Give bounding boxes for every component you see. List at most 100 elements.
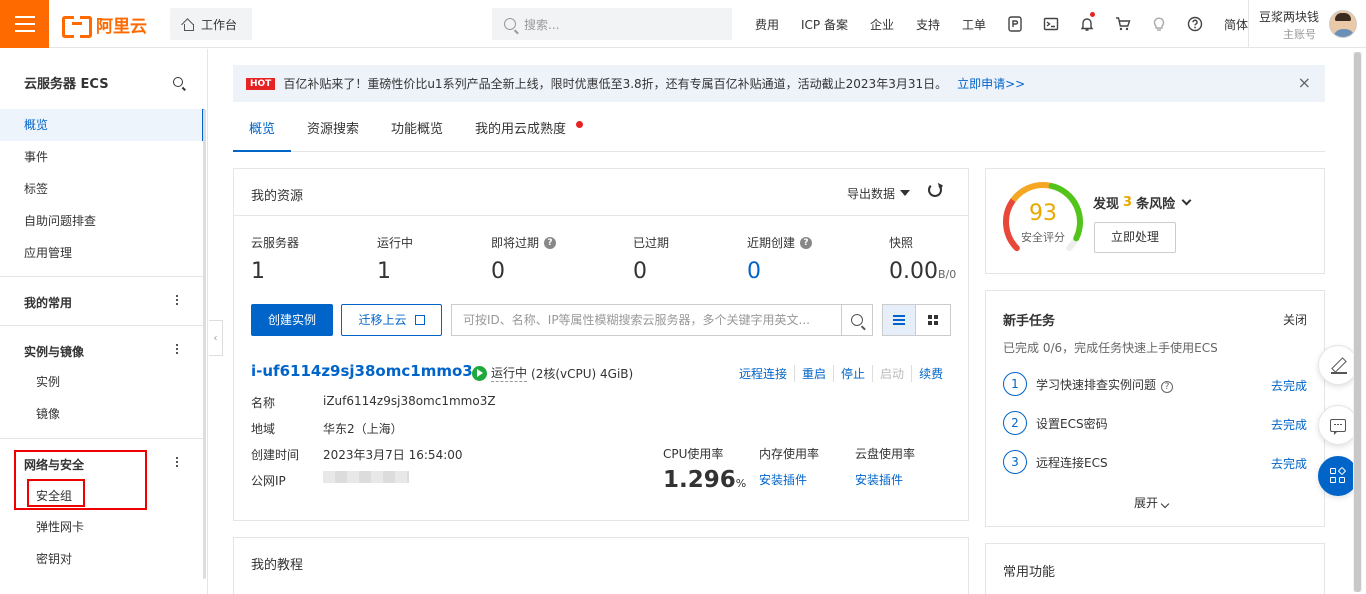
label-created: 创建时间 <box>251 448 300 462</box>
help-icon[interactable]: ? <box>544 236 557 249</box>
risk-summary[interactable]: 发现 3 条风险 <box>1093 193 1192 212</box>
sidebar-item-security-group[interactable]: 安全组 <box>0 480 205 512</box>
restart-link[interactable]: 重启 <box>794 365 833 382</box>
stop-link[interactable]: 停止 <box>833 365 872 382</box>
nav-icp[interactable]: ICP 备案 <box>801 16 848 33</box>
sidebar-scrollbar[interactable] <box>203 109 206 579</box>
sidebar-item-instances[interactable]: 实例 <box>0 366 205 398</box>
memory-usage-label: 内存使用率 <box>759 447 820 461</box>
install-plugin-memory[interactable]: 安装插件 <box>759 471 807 488</box>
more-icon[interactable] <box>175 457 179 469</box>
task-label: 设置ECS密码 <box>1036 417 1108 431</box>
sidebar-item-images[interactable]: 镜像 <box>0 398 205 430</box>
feedback-button[interactable] <box>1318 345 1358 385</box>
notification-dot <box>576 121 584 128</box>
my-resources-card: 我的资源 导出数据 云服务器 1 运行中 1 即将过期? 0 已过期 0 近期创… <box>233 168 969 521</box>
chat-button[interactable] <box>1318 405 1358 445</box>
stat-value: 0 <box>491 259 505 284</box>
newbie-tasks-card: 新手任务 关闭 已完成 0/6，完成任务快速上手使用ECS 1 学习快速排查实例… <box>985 290 1325 527</box>
task-complete-link[interactable]: 去完成 <box>1271 416 1307 433</box>
sidebar-group-network-security[interactable]: 网络与安全 <box>24 456 84 473</box>
user-menu[interactable]: 豆浆两块钱 主账号 <box>1248 0 1366 48</box>
top-nav: 费用 ICP 备案 企业 支持 工单 简体 <box>744 0 1259 48</box>
global-search-input[interactable]: 搜索... <box>492 8 732 40</box>
more-icon[interactable] <box>175 295 179 307</box>
tab-overview[interactable]: 概览 <box>233 111 292 152</box>
list-view-icon[interactable] <box>882 304 916 336</box>
nav-ticket[interactable]: 工单 <box>962 16 986 33</box>
cloud-shell-icon[interactable] <box>997 0 1033 48</box>
grid-view-icon[interactable] <box>916 304 951 336</box>
instance-search-input[interactable]: 可按ID、名称、IP等属性模糊搜索云服务器，多个关键字用英文... <box>451 304 842 336</box>
sidebar-divider <box>0 438 205 439</box>
sidebar-title: 云服务器 ECS <box>24 77 109 92</box>
stat-expired[interactable]: 已过期 0 <box>633 234 669 284</box>
banner-apply-link[interactable]: 立即申请>> <box>957 75 1025 92</box>
more-icon[interactable] <box>175 344 179 356</box>
remote-connect-link[interactable]: 远程连接 <box>739 365 794 382</box>
stat-recent[interactable]: 近期创建? 0 <box>747 234 813 284</box>
task-complete-link[interactable]: 去完成 <box>1271 377 1307 394</box>
help-icon[interactable] <box>1177 0 1213 48</box>
stat-label: 快照 <box>889 236 914 250</box>
language-switch[interactable]: 简体 <box>1224 16 1248 33</box>
search-icon <box>504 18 516 30</box>
help-icon[interactable]: ? <box>800 236 813 249</box>
task-complete-link[interactable]: 去完成 <box>1271 455 1307 472</box>
migrate-label: 迁移上云 <box>358 313 407 327</box>
workbench-button[interactable]: 工作台 <box>170 8 252 40</box>
sidebar-item-troubleshoot[interactable]: 自助问题排查 <box>0 205 205 237</box>
bulb-icon[interactable] <box>1141 0 1177 48</box>
hot-badge: HOT <box>246 77 276 90</box>
sidebar-search-icon[interactable] <box>173 77 183 87</box>
export-data-dropdown[interactable]: 导出数据 <box>847 185 910 202</box>
tasks-close-button[interactable]: 关闭 <box>1283 311 1307 328</box>
instance-id-link[interactable]: i-uf6114z9sj38omc1mmo3 <box>251 362 473 380</box>
nav-support[interactable]: 支持 <box>916 16 940 33</box>
tab-resource-search[interactable]: 资源搜索 <box>291 111 375 152</box>
sidebar-item-events[interactable]: 事件 <box>0 141 205 173</box>
handle-now-button[interactable]: 立即处理 <box>1094 222 1176 253</box>
cart-icon[interactable] <box>1105 0 1141 48</box>
sidebar-item-keypair[interactable]: 密钥对 <box>0 543 205 575</box>
tab-maturity[interactable]: 我的用云成熟度 <box>459 111 592 152</box>
instance-search-button[interactable] <box>841 304 873 336</box>
stat-running[interactable]: 运行中 1 <box>377 234 413 284</box>
user-account-type: 主账号 <box>1283 28 1316 41</box>
sidebar-item-eni[interactable]: 弹性网卡 <box>0 511 205 543</box>
close-icon[interactable]: × <box>1298 75 1311 91</box>
sidebar-group-common[interactable]: 我的常用 <box>24 294 72 311</box>
create-instance-button[interactable]: 创建实例 <box>251 304 333 336</box>
menu-icon[interactable] <box>0 0 49 48</box>
page-scrollbar[interactable] <box>1354 52 1361 592</box>
nav-fees[interactable]: 费用 <box>755 16 779 33</box>
help-icon[interactable]: ? <box>1161 381 1174 393</box>
apps-button[interactable] <box>1318 456 1358 496</box>
avatar[interactable] <box>1329 10 1357 38</box>
stat-label: 已过期 <box>633 236 670 250</box>
stat-snapshot[interactable]: 快照 0.00B/0 <box>889 234 956 284</box>
expand-tasks-button[interactable]: 展开 <box>1134 494 1170 511</box>
stat-label: 运行中 <box>377 236 414 250</box>
sidebar-collapse-button[interactable]: ‹ <box>209 320 223 356</box>
nav-enterprise[interactable]: 企业 <box>870 16 894 33</box>
terminal-icon[interactable] <box>1033 0 1069 48</box>
stat-expiring[interactable]: 即将过期? 0 <box>491 234 557 284</box>
sidebar-group-instance-image[interactable]: 实例与镜像 <box>24 343 84 360</box>
cpu-value: 1.296 <box>663 467 736 493</box>
tab-feature-overview[interactable]: 功能概览 <box>375 111 459 152</box>
sidebar-item-overview[interactable]: 概览 <box>0 109 205 141</box>
stat-servers[interactable]: 云服务器 1 <box>251 234 299 284</box>
sidebar-item-tags[interactable]: 标签 <box>0 173 205 205</box>
sidebar-divider <box>0 325 205 326</box>
renew-link[interactable]: 续费 <box>911 365 950 382</box>
migrate-button[interactable]: 迁移上云 <box>341 304 442 336</box>
aliyun-logo[interactable]: 阿里云 <box>62 12 147 38</box>
stat-value: 0 <box>633 259 647 284</box>
stat-label: 近期创建 <box>747 236 796 250</box>
refresh-icon[interactable] <box>928 183 942 197</box>
sidebar-item-app-management[interactable]: 应用管理 <box>0 237 205 269</box>
install-plugin-disk[interactable]: 安装插件 <box>855 471 903 488</box>
bell-icon[interactable] <box>1069 0 1105 48</box>
cpu-unit: % <box>735 477 747 490</box>
